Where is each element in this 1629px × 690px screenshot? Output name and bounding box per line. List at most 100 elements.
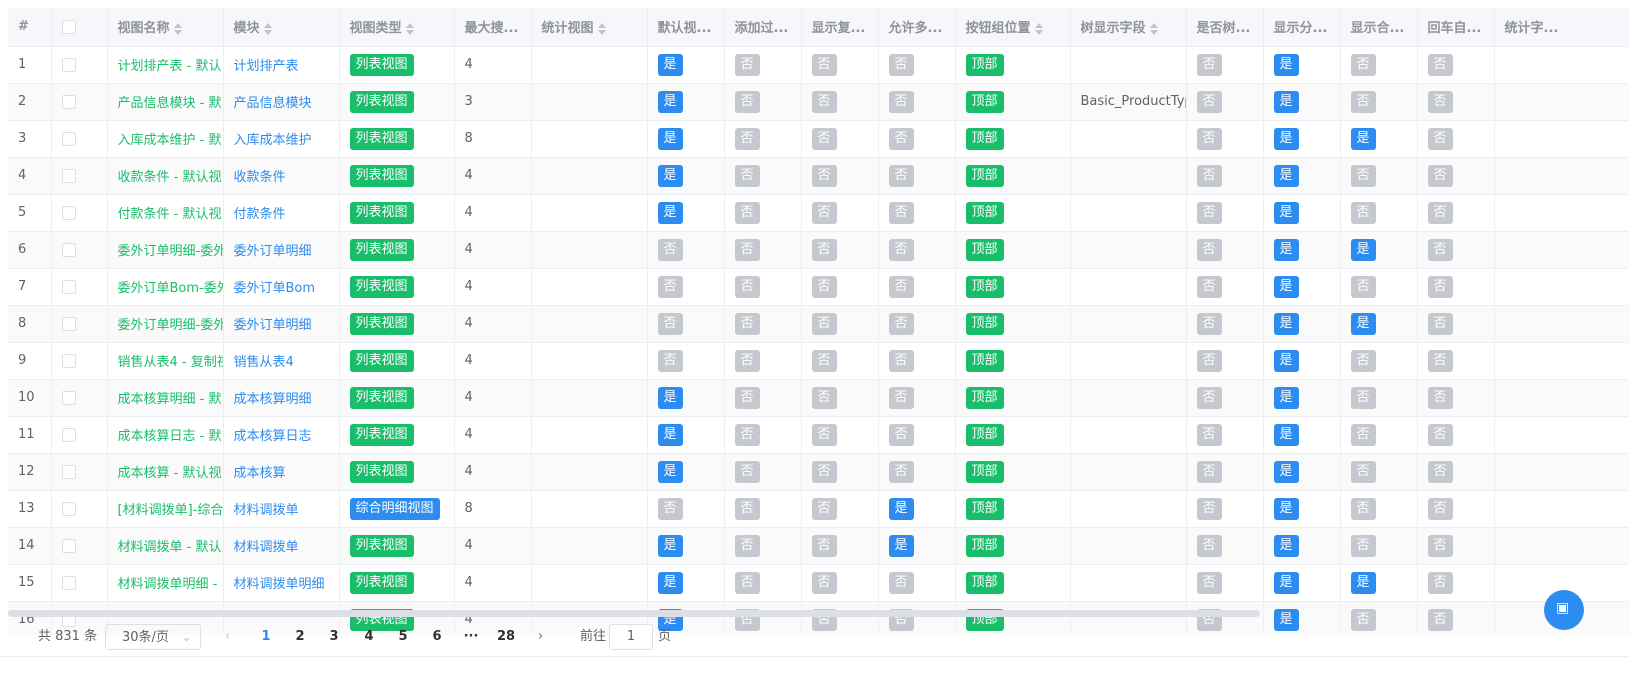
page-number[interactable]: 6: [423, 620, 451, 654]
table-row[interactable]: 11 成本核算日志 - 默成本核算日志 列表视图 4 是 否 否 否 顶部 否 是 否 否: [8, 416, 1629, 454]
column-header-type[interactable]: 视图类型: [339, 8, 455, 47]
page-number[interactable]: 28: [492, 620, 520, 654]
sort-caret-icon[interactable]: [597, 22, 606, 35]
page-size-select[interactable]: 30条/页 ⌄: [105, 624, 201, 650]
horizontal-scrollbar[interactable]: [8, 610, 1260, 617]
row-checkbox[interactable]: [61, 501, 76, 516]
module-link[interactable]: 成本核算明细: [234, 392, 312, 407]
page-number[interactable]: 1: [252, 620, 280, 654]
cell-showcopy: 否: [801, 564, 879, 602]
cell-istree: 否: [1186, 564, 1264, 602]
row-checkbox[interactable]: [61, 575, 76, 590]
row-checkbox[interactable]: [61, 57, 76, 72]
table-row[interactable]: 3 入库成本维护 - 默入库成本维护 列表视图 8 是 否 否 否 顶部 否 是 是 否: [8, 120, 1629, 158]
module-link[interactable]: 收款条件: [234, 170, 286, 185]
module-link[interactable]: 销售从表4: [234, 355, 294, 370]
view-name-link[interactable]: 产品信息模块 - 默: [118, 96, 222, 111]
row-checkbox[interactable]: [61, 538, 76, 553]
select-all-checkbox[interactable]: [61, 19, 76, 34]
view-name-link[interactable]: 委外订单Bom-委外: [118, 281, 223, 296]
module-link[interactable]: 成本核算日志: [234, 429, 312, 444]
module-link[interactable]: 产品信息模块: [234, 96, 312, 111]
view-name-link[interactable]: 计划排产表 - 默认: [118, 59, 222, 74]
view-name-link[interactable]: 收款条件 - 默认视: [118, 170, 222, 185]
row-checkbox[interactable]: [61, 205, 76, 220]
column-header-module[interactable]: 模块: [223, 8, 340, 47]
column-header-treefield[interactable]: 树显示字段: [1070, 8, 1187, 47]
row-checkbox[interactable]: [61, 94, 76, 109]
table-row[interactable]: 6 委外订单明细-委外 委外订单明细 列表视图 4 否 否 否 否 顶部 否 是 是 否: [8, 231, 1629, 269]
view-name-link[interactable]: 材料调拨单 - 默认: [118, 540, 222, 555]
boolean-tag: 是: [1273, 201, 1299, 224]
view-name-link[interactable]: 材料调拨单明细 -: [118, 577, 218, 592]
prev-page-button[interactable]: ‹: [225, 620, 230, 654]
row-checkbox[interactable]: [61, 279, 76, 294]
page-number[interactable]: 4: [355, 620, 383, 654]
sort-caret-icon[interactable]: [263, 22, 272, 35]
sort-caret-icon[interactable]: [173, 22, 182, 35]
cell-text: 4: [464, 390, 473, 405]
sort-caret-icon[interactable]: [1034, 22, 1043, 35]
table-row[interactable]: 1 计划排产表 - 默认 计划排产表 列表视图 4 是 否 否 否 顶部 否 是 否 否: [8, 46, 1629, 84]
row-checkbox[interactable]: [61, 242, 76, 257]
view-name-link[interactable]: 成本核算日志 - 默: [118, 429, 222, 444]
module-link[interactable]: 材料调拨单明细: [234, 577, 325, 592]
page-number[interactable]: 3: [320, 620, 348, 654]
boolean-tag: 否: [811, 386, 837, 409]
boolean-tag: 否: [811, 497, 837, 520]
table-row[interactable]: 4 收款条件 - 默认视 收款条件 列表视图 4 是 否 否 否 顶部 否 是 否 否: [8, 157, 1629, 195]
module-link[interactable]: 委外订单明细: [234, 244, 312, 259]
cell-module: 材料调拨单明细: [223, 564, 340, 602]
view-name-link[interactable]: 成本核算 - 默认视: [118, 466, 222, 481]
row-checkbox[interactable]: [61, 353, 76, 368]
boolean-tag: 否: [888, 90, 914, 113]
module-link[interactable]: 委外订单明细: [234, 318, 312, 333]
next-page-button[interactable]: ›: [538, 620, 543, 654]
table-row[interactable]: 14 材料调拨单 - 默认 材料调拨单 列表视图 4 是 否 否 是 顶部 否 是 否 否: [8, 527, 1629, 565]
sort-caret-icon[interactable]: [1149, 22, 1158, 35]
table-row[interactable]: 15 材料调拨单明细 - 材料调拨单明细 列表视图 4 是 否 否 否 顶部 否 是 是 否: [8, 564, 1629, 602]
table-row[interactable]: 9 销售从表4 - 复制视 销售从表4 列表视图 4 否 否 否 否 顶部 否 是 否 否: [8, 342, 1629, 380]
table-row[interactable]: 8 委外订单明细-委外 委外订单明细 列表视图 4 否 否 否 否 顶部 否 是 是 否: [8, 305, 1629, 343]
page-number[interactable]: 2: [286, 620, 314, 654]
cell-text: 7: [18, 279, 27, 294]
row-checkbox[interactable]: [61, 131, 76, 146]
table-row[interactable]: 7 委外订单Bom-委外 委外订单Bom 列表视图 4 否 否 否 否 顶部 否 是 否 否: [8, 268, 1629, 306]
column-header-name[interactable]: 视图名称: [107, 8, 224, 47]
view-type-tag: 综合明细视图: [349, 497, 440, 520]
module-link[interactable]: 付款条件: [234, 207, 286, 222]
goto-page-input[interactable]: [609, 624, 653, 650]
module-link[interactable]: 材料调拨单: [234, 540, 299, 555]
boolean-tag: 否: [1196, 238, 1222, 261]
view-name-link[interactable]: 委外订单明细-委外: [118, 244, 223, 259]
cell-module: 成本核算: [223, 453, 340, 491]
table-row[interactable]: 13 [材料调拨单]-综合 材料调拨单 综合明细视图 8 否 否 否 是 顶部 否 是 否 否: [8, 490, 1629, 528]
module-link[interactable]: 委外订单Bom: [234, 281, 316, 296]
view-name-link[interactable]: 入库成本维护 - 默: [118, 133, 222, 148]
view-name-link[interactable]: 付款条件 - 默认视: [118, 207, 222, 222]
module-link[interactable]: 材料调拨单: [234, 503, 299, 518]
column-header-statview[interactable]: 统计视图: [531, 8, 648, 47]
view-name-link[interactable]: [材料调拨单]-综合: [118, 503, 223, 518]
row-checkbox[interactable]: [61, 427, 76, 442]
table-row[interactable]: 5 付款条件 - 默认视 付款条件 列表视图 4 是 否 否 否 顶部 否 是 否 否: [8, 194, 1629, 232]
module-link[interactable]: 计划排产表: [234, 59, 299, 74]
row-checkbox[interactable]: [61, 464, 76, 479]
page-number[interactable]: 5: [389, 620, 417, 654]
row-checkbox[interactable]: [61, 168, 76, 183]
module-link[interactable]: 成本核算: [234, 466, 286, 481]
view-name-link[interactable]: 委外订单明细-委外: [118, 318, 223, 333]
view-name-link[interactable]: 成本核算明细 - 默: [118, 392, 222, 407]
sort-caret-icon[interactable]: [405, 22, 414, 35]
table-row[interactable]: 12 成本核算 - 默认视 成本核算 列表视图 4 是 否 否 否 顶部 否 是 否 否: [8, 453, 1629, 491]
column-header-enterauto: 回车自...: [1417, 8, 1495, 47]
row-checkbox[interactable]: [61, 390, 76, 405]
module-link[interactable]: 入库成本维护: [234, 133, 312, 148]
more-pages-icon[interactable]: ···: [457, 620, 485, 654]
table-row[interactable]: 10 成本核算明细 - 默成本核算明细 列表视图 4 是 否 否 否 顶部 否 是 否 否: [8, 379, 1629, 417]
view-name-link[interactable]: 销售从表4 - 复制视: [118, 355, 223, 370]
column-header-btnpos[interactable]: 按钮组位置: [955, 8, 1071, 47]
row-checkbox[interactable]: [61, 316, 76, 331]
cell-statfield: [1494, 490, 1629, 528]
table-row[interactable]: 2 产品信息模块 - 默产品信息模块 列表视图 3 是 否 否 否 顶部 Basic_Produc…: [8, 83, 1629, 121]
